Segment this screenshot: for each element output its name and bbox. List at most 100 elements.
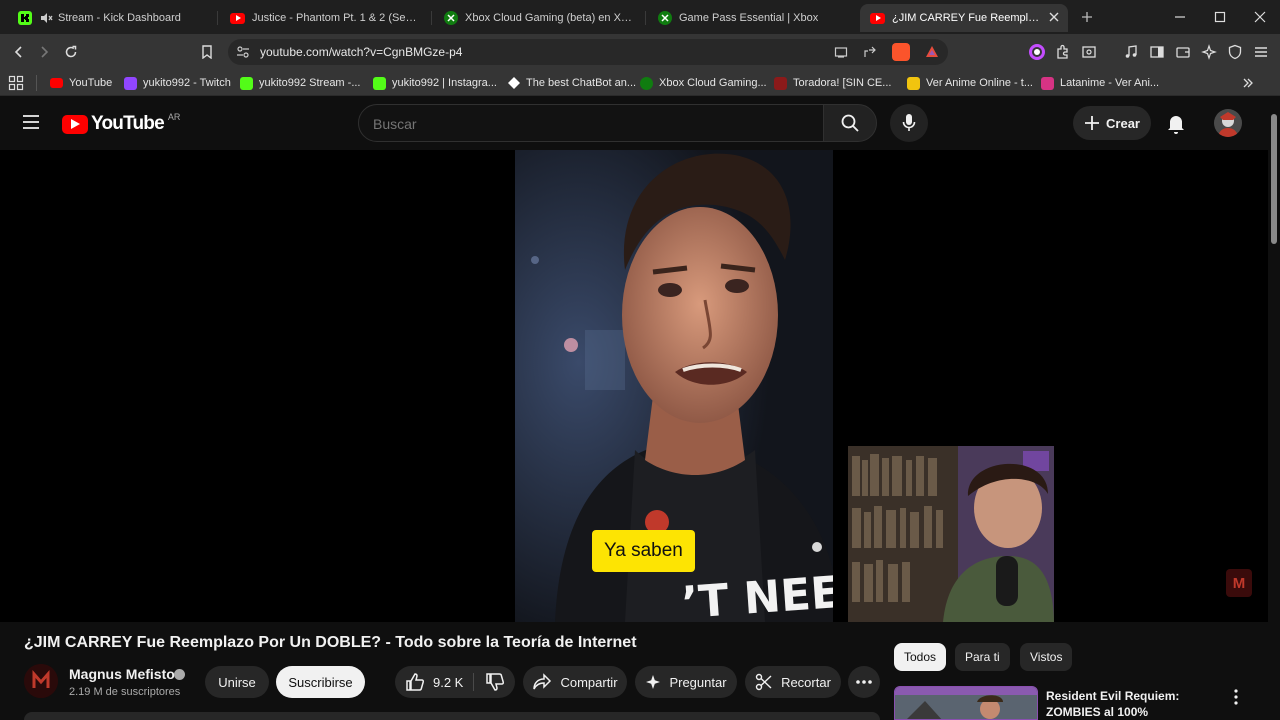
minimize-button[interactable] [1171, 8, 1189, 26]
share-button[interactable]: Compartir [523, 666, 627, 698]
subscribe-button[interactable]: Suscribirse [276, 666, 365, 698]
subscriber-count: 2.19 M de suscriptores [69, 686, 181, 698]
back-arrow-icon[interactable] [10, 43, 28, 61]
suggestion-title[interactable]: Resident Evil Requiem: ZOMBIES al 100% [1046, 688, 1236, 720]
anime-icon [907, 76, 920, 90]
suggestion-menu-icon[interactable] [1228, 688, 1244, 706]
more-bookmarks-icon[interactable] [1242, 75, 1254, 91]
screenshot-icon[interactable] [1080, 43, 1098, 61]
bookmark-item[interactable]: Toradora! [SIN CE... [774, 75, 891, 91]
chip-para-ti[interactable]: Para ti [955, 643, 1010, 671]
cast-icon[interactable] [834, 45, 848, 59]
video-player[interactable]: ’T NEE Ya saben M [0, 150, 1268, 622]
sidebar-icon[interactable] [1148, 43, 1166, 61]
address-bar[interactable]: youtube.com/watch?v=CgnBMGze-p4 [228, 39, 948, 65]
join-button[interactable]: Unirse [205, 666, 269, 698]
reload-icon[interactable] [62, 43, 80, 61]
webcam-overlay [848, 446, 1054, 622]
search-box[interactable] [358, 104, 824, 142]
kick-icon [240, 76, 253, 90]
clip-button[interactable]: Recortar [745, 666, 841, 698]
bookmark-item[interactable]: Xbox Cloud Gaming... [640, 75, 767, 91]
channel-avatar[interactable] [24, 664, 58, 698]
bookmark-label: YouTube [69, 77, 113, 89]
page-scrollbar[interactable] [1268, 96, 1280, 720]
close-window-button[interactable] [1251, 8, 1269, 26]
join-label: Unirse [218, 674, 256, 690]
verified-badge-icon [174, 669, 185, 680]
more-actions-button[interactable] [848, 666, 880, 698]
muted-speaker-icon[interactable] [39, 11, 53, 25]
dislike-button[interactable] [474, 666, 515, 698]
share-icon[interactable] [863, 45, 877, 59]
apps-grid-icon[interactable] [8, 75, 24, 91]
sparkle-icon [646, 675, 661, 689]
browser-toolbar: youtube.com/watch?v=CgnBMGze-p4 [0, 34, 1280, 70]
tab-title: ¿JIM CARREY Fue Reemplazo Por [892, 12, 1042, 24]
chip-label: Vistos [1030, 650, 1063, 664]
create-button[interactable]: Crear [1073, 106, 1151, 140]
browser-tab[interactable]: Xbox Cloud Gaming (beta) en Xbox.com [434, 4, 646, 32]
channel-name[interactable]: Magnus Mefisto [69, 666, 175, 682]
anime-icon [774, 76, 787, 90]
country-code: AR [167, 112, 181, 122]
scrollbar-thumb[interactable] [1271, 114, 1277, 244]
bookmark-icon[interactable] [198, 43, 216, 61]
wallet-icon[interactable] [1174, 43, 1192, 61]
youtube-icon [50, 78, 63, 88]
tab-title: Xbox Cloud Gaming (beta) en Xbox.com [465, 12, 636, 24]
browser-tab-active[interactable]: ¿JIM CARREY Fue Reemplazo Por [860, 4, 1068, 32]
close-tab-icon[interactable] [1048, 11, 1060, 23]
xbox-icon [658, 11, 672, 25]
search-button[interactable] [823, 104, 877, 142]
forward-arrow-icon[interactable] [35, 43, 53, 61]
extensions-icon[interactable] [1054, 43, 1072, 61]
site-settings-icon[interactable] [236, 45, 250, 59]
bookmark-item[interactable]: The best ChatBot an... [507, 75, 636, 91]
video-title: ¿JIM CARREY Fue Reemplazo Por Un DOBLE? … [24, 634, 637, 651]
description-box[interactable] [24, 712, 880, 720]
brave-rewards-icon[interactable] [925, 45, 939, 59]
browser-menu-icon[interactable] [1252, 43, 1270, 61]
bookmark-label: The best ChatBot an... [526, 77, 637, 89]
ask-label: Preguntar [669, 674, 727, 690]
leo-ai-icon[interactable] [1200, 43, 1218, 61]
ask-button[interactable]: Preguntar [635, 666, 737, 698]
bookmark-label: yukito992 | Instagra... [392, 77, 497, 89]
notifications-bell-icon[interactable] [1166, 113, 1186, 135]
youtube-logo[interactable]: YouTube AR [62, 112, 181, 135]
chip-todos[interactable]: Todos [894, 643, 947, 671]
media-music-icon[interactable] [1122, 43, 1140, 61]
thumbs-down-icon [485, 673, 504, 691]
tab-title: Game Pass Essential | Xbox [679, 12, 819, 24]
bookmark-item[interactable]: Ver Anime Online - t... [907, 75, 1033, 91]
like-button[interactable]: 9.2 K [395, 666, 473, 698]
bookmark-item[interactable]: YouTube [50, 75, 112, 91]
browser-tab[interactable]: Stream - Kick Dashboard [8, 4, 218, 32]
bookmark-item[interactable]: yukito992 | Instagra... [373, 75, 497, 91]
browser-tab[interactable]: Justice - Phantom Pt. 1 & 2 (Seamless [220, 4, 432, 32]
bookmark-label: yukito992 - Twitch [143, 77, 231, 89]
tab-divider [217, 11, 218, 25]
user-avatar[interactable] [1214, 109, 1242, 137]
bookmark-label: Xbox Cloud Gaming... [659, 77, 767, 89]
chatbot-icon [507, 77, 520, 90]
tab-divider [431, 11, 432, 25]
voice-search-button[interactable] [890, 104, 928, 142]
bookmark-item[interactable]: Latanime - Ver Ani... [1041, 75, 1159, 91]
vpn-shield-icon[interactable] [1226, 43, 1244, 61]
maximize-button[interactable] [1211, 8, 1229, 26]
new-tab-button[interactable] [1078, 8, 1096, 26]
bookmark-item[interactable]: yukito992 - Twitch [124, 75, 231, 91]
chip-vistos[interactable]: Vistos [1020, 643, 1073, 671]
browser-tab[interactable]: Game Pass Essential | Xbox [648, 4, 858, 32]
create-label: Crear [1106, 115, 1140, 131]
suggestion-thumbnail[interactable] [894, 686, 1038, 720]
plus-icon [1085, 116, 1100, 130]
search-input[interactable] [373, 114, 803, 134]
brave-shields-icon[interactable] [892, 43, 910, 61]
hamburger-menu-icon[interactable] [22, 114, 40, 130]
color-extension-icon[interactable] [1028, 43, 1046, 61]
channel-watermark[interactable]: M [1226, 569, 1252, 597]
bookmark-item[interactable]: yukito992 Stream -... [240, 75, 361, 91]
